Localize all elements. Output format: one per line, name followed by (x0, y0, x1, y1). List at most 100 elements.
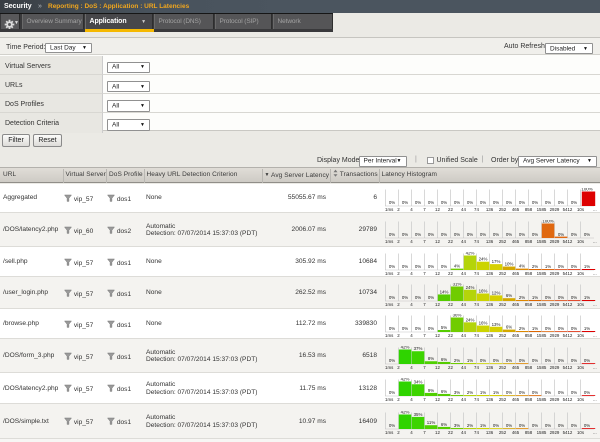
svg-text:0%: 0% (545, 326, 551, 331)
svg-text:1585: 1585 (537, 271, 547, 276)
svg-text:5412: 5412 (563, 271, 573, 276)
svg-text:44: 44 (461, 207, 466, 212)
svg-text:42%: 42% (466, 252, 475, 256)
svg-text:0%: 0% (428, 326, 434, 331)
svg-text:0%: 0% (558, 390, 564, 395)
svg-text:0%: 0% (493, 423, 499, 428)
svg-text:858: 858 (525, 239, 533, 244)
svg-text:1ms: 1ms (385, 302, 394, 307)
svg-text:0%: 0% (571, 264, 577, 269)
svg-text:2%: 2% (454, 358, 460, 363)
svg-text:0%: 0% (532, 200, 538, 205)
svg-text:0%: 0% (454, 232, 460, 237)
svg-text:0%: 0% (441, 232, 447, 237)
svg-text:12: 12 (435, 207, 440, 212)
svg-text:0%: 0% (480, 200, 486, 205)
svg-text:100%: 100% (581, 188, 592, 192)
svg-text:0%: 0% (558, 423, 564, 428)
svg-text:22: 22 (448, 271, 453, 276)
svg-text:252: 252 (499, 207, 507, 212)
svg-text:1585: 1585 (537, 207, 547, 212)
svg-text:10s: 10s (577, 207, 585, 212)
svg-text:22: 22 (448, 239, 453, 244)
svg-text:465: 465 (512, 207, 520, 212)
svg-text:2: 2 (397, 365, 400, 370)
svg-text:2: 2 (397, 430, 400, 435)
svg-text:0%: 0% (506, 358, 512, 363)
svg-text:22: 22 (448, 333, 453, 338)
svg-text:4: 4 (410, 302, 413, 307)
svg-text:0%: 0% (441, 200, 447, 205)
svg-text:10s: 10s (577, 397, 585, 402)
svg-text:22: 22 (448, 365, 453, 370)
svg-text:1585: 1585 (537, 333, 547, 338)
svg-text:2929: 2929 (550, 397, 560, 402)
svg-text:10s: 10s (577, 239, 585, 244)
svg-text:5412: 5412 (563, 302, 573, 307)
svg-text:17%: 17% (492, 259, 501, 264)
svg-text:0%: 0% (402, 326, 408, 331)
svg-text:22: 22 (448, 302, 453, 307)
svg-text:10s: 10s (577, 333, 585, 338)
svg-text:1%: 1% (480, 390, 486, 395)
svg-text:0%: 0% (558, 358, 564, 363)
svg-text:44: 44 (461, 302, 466, 307)
svg-text:37%: 37% (414, 346, 423, 351)
svg-text:44: 44 (461, 239, 466, 244)
svg-text:...: ... (593, 365, 597, 370)
svg-text:0%: 0% (389, 264, 395, 269)
svg-text:8%: 8% (428, 356, 434, 361)
svg-text:0%: 0% (571, 295, 577, 300)
svg-text:12: 12 (435, 239, 440, 244)
svg-text:5%: 5% (441, 324, 447, 329)
svg-text:7: 7 (423, 397, 426, 402)
svg-text:6%: 6% (506, 293, 512, 298)
svg-text:4: 4 (410, 333, 413, 338)
svg-text:34%: 34% (414, 379, 423, 384)
svg-text:12: 12 (435, 302, 440, 307)
svg-text:0%: 0% (532, 358, 538, 363)
svg-text:3%: 3% (454, 390, 460, 395)
svg-text:44: 44 (461, 430, 466, 435)
svg-text:2: 2 (397, 207, 400, 212)
svg-text:0%: 0% (571, 423, 577, 428)
svg-text:1%: 1% (584, 326, 590, 331)
svg-text:0%: 0% (519, 358, 525, 363)
svg-text:4%: 4% (454, 263, 460, 268)
svg-text:1%: 1% (480, 423, 486, 428)
svg-text:1ms: 1ms (385, 365, 394, 370)
svg-text:0%: 0% (389, 358, 395, 363)
svg-text:...: ... (593, 271, 597, 276)
svg-text:252: 252 (499, 333, 507, 338)
svg-text:0%: 0% (558, 232, 564, 237)
svg-text:1ms: 1ms (385, 333, 394, 338)
svg-text:22: 22 (448, 430, 453, 435)
svg-text:0%: 0% (389, 200, 395, 205)
svg-text:0%: 0% (428, 295, 434, 300)
svg-text:3%: 3% (454, 423, 460, 428)
svg-text:0%: 0% (506, 232, 512, 237)
svg-text:2: 2 (397, 302, 400, 307)
svg-text:44: 44 (461, 271, 466, 276)
svg-text:0%: 0% (558, 264, 564, 269)
svg-text:12: 12 (435, 430, 440, 435)
svg-text:2: 2 (397, 397, 400, 402)
svg-text:1ms: 1ms (385, 239, 394, 244)
svg-text:7: 7 (423, 207, 426, 212)
svg-text:1%: 1% (584, 295, 590, 300)
svg-text:6%: 6% (441, 389, 447, 394)
svg-text:0%: 0% (389, 326, 395, 331)
svg-text:0%: 0% (402, 295, 408, 300)
svg-text:12: 12 (435, 333, 440, 338)
svg-text:465: 465 (512, 239, 520, 244)
svg-text:252: 252 (499, 430, 507, 435)
svg-text:858: 858 (525, 207, 533, 212)
svg-text:0%: 0% (545, 200, 551, 205)
svg-text:10%: 10% (505, 261, 514, 266)
svg-text:2929: 2929 (550, 365, 560, 370)
svg-text:0%: 0% (493, 358, 499, 363)
svg-text:74: 74 (474, 302, 479, 307)
svg-text:2%: 2% (519, 326, 525, 331)
svg-text:0%: 0% (389, 295, 395, 300)
svg-text:12: 12 (435, 271, 440, 276)
